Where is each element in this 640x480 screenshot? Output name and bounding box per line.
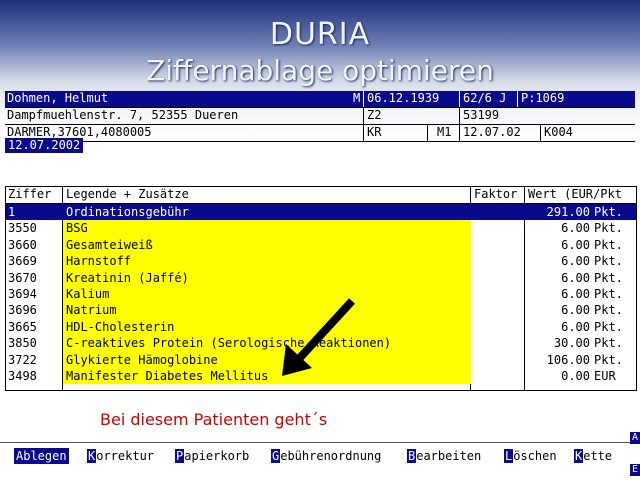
menu-bar: Ablegen Korrektur Papierkorb Gebührenordnun… <box>0 438 640 480</box>
row-code: 3670 <box>8 270 37 285</box>
patient-sex: M <box>353 91 361 105</box>
table-row[interactable]: 3660 Gesamteiweiß 6.00 Pkt. <box>6 237 636 253</box>
header-factor: Faktor <box>474 187 518 201</box>
row-unit: Pkt. <box>594 336 623 351</box>
row-code: 3669 <box>8 254 37 269</box>
row-value: 6.00 <box>561 221 590 236</box>
patient-age: 62/6 J <box>463 91 507 105</box>
patient-zip: 53199 <box>463 108 500 122</box>
row-legend: BSG <box>66 221 88 236</box>
row-code: 3665 <box>8 319 37 334</box>
menu-item[interactable]: Korrektur <box>87 448 154 464</box>
menu-item[interactable]: Papierkorb <box>175 448 249 464</box>
menu-label: blegen <box>23 449 67 463</box>
patient-address: Dampfmuehlenstr. 7, 52355 Dueren <box>7 108 239 122</box>
row-unit: Pkt. <box>594 270 623 285</box>
row-value: 6.00 <box>561 303 590 318</box>
row-value: 6.00 <box>561 237 590 252</box>
side-marker-bottom: E <box>630 464 640 476</box>
menu-label: orrektur <box>96 449 155 463</box>
row-legend: Natrium <box>66 303 117 318</box>
menu-item[interactable]: Ablegen <box>14 448 69 464</box>
table-row[interactable]: 3670 Kreatinin (Jaffé) 6.00 Pkt. <box>6 270 636 286</box>
patient-row-3: DARMER,37601,4080005 KR M1 12.07.02 K004 <box>5 125 635 142</box>
row-unit: Pkt. <box>594 319 623 334</box>
card-code: K004 <box>544 125 573 139</box>
menu-hotkey: K <box>87 449 97 463</box>
row-code: 3850 <box>8 336 37 351</box>
header-code: Ziffer <box>8 187 52 201</box>
row-unit: EUR <box>594 369 616 383</box>
row-unit: Pkt. <box>594 287 623 301</box>
table-row[interactable]: 3669 Harnstoff 6.00 Pkt. <box>6 253 636 269</box>
side-marker-top: A <box>630 432 640 444</box>
row-code: 3694 <box>8 287 37 301</box>
row-unit: Pkt. <box>594 303 623 318</box>
row-code: 3722 <box>8 352 37 367</box>
patient-header: Dohmen, Helmut M 06.12.1939 62/6 J P:106… <box>5 91 635 142</box>
patient-name[interactable]: Dohmen, Helmut <box>5 91 108 106</box>
menu-label: apierkorb <box>184 449 250 463</box>
patient-birthdate: 06.12.1939 <box>367 91 440 105</box>
current-date-field[interactable]: 12.07.2002 <box>5 138 84 153</box>
row-value: 30.00 <box>553 336 590 351</box>
row-value: 106.00 <box>546 352 590 367</box>
row-value: 6.00 <box>561 254 590 269</box>
card-date: 12.07.02 <box>463 125 521 139</box>
menu-label: ebührenordnung <box>280 449 382 463</box>
table-row[interactable]: 3550 BSG 6.00 Pkt. <box>6 220 636 236</box>
row-value: 0.00 <box>561 369 590 383</box>
menu-hotkey: L <box>504 449 514 463</box>
row-code: 3660 <box>8 237 37 252</box>
menu-item[interactable]: Bearbeiten <box>407 448 481 464</box>
patient-row-1: Dohmen, Helmut M 06.12.1939 62/6 J P:106… <box>5 91 635 108</box>
menu-item[interactable]: Kette <box>574 448 612 464</box>
slide-title: DURIA <box>269 17 371 52</box>
menu-item[interactable]: Gebührenordnung <box>271 448 381 464</box>
insurance-type: KR <box>367 125 382 139</box>
menu-hotkey: P <box>175 449 185 463</box>
slide-subtitle: Ziffernablage optimieren <box>146 54 494 87</box>
menu-hotkey: G <box>271 449 281 463</box>
patient-number: P:1069 <box>521 91 565 105</box>
row-legend: Gesamteiweiß <box>66 237 153 252</box>
menu-label: ette <box>583 449 613 463</box>
menu-hotkey: B <box>407 449 417 463</box>
row-value: 6.00 <box>561 270 590 285</box>
table-row[interactable]: 1 Ordinationsgebühr 291.00 Pkt. <box>6 204 636 220</box>
row-code: 3696 <box>8 303 37 318</box>
insurance-status: M1 <box>437 125 452 139</box>
row-code: 1 <box>8 205 16 219</box>
row-legend: Harnstoff <box>66 254 132 269</box>
row-legend: Kreatinin (Jaffé) <box>66 270 189 285</box>
row-legend: Ordinationsgebühr <box>66 205 189 219</box>
row-code: 3550 <box>8 221 37 236</box>
row-legend: Manifester Diabetes Mellitus <box>66 369 269 383</box>
row-value: 6.00 <box>561 287 590 301</box>
patient-row-2: Dampfmuehlenstr. 7, 52355 Dueren Z2 5319… <box>5 108 635 125</box>
table-header: Ziffer Legende + Zusätze Faktor Wert (EU… <box>6 187 636 204</box>
row-unit: Pkt. <box>594 254 623 269</box>
header-legend: Legende + Zusätze <box>66 187 189 201</box>
row-value: 6.00 <box>561 319 590 334</box>
row-legend: Kalium <box>66 287 110 301</box>
patient-zone: Z2 <box>367 108 382 122</box>
row-value: 291.00 <box>546 205 590 219</box>
menu-label: öschen <box>513 449 557 463</box>
row-unit: Pkt. <box>594 352 623 367</box>
arrow-annotation <box>282 298 355 376</box>
menu-item[interactable]: Löschen <box>504 448 557 464</box>
menu-label: earbeiten <box>416 449 482 463</box>
menu-hotkey: K <box>574 449 584 463</box>
row-code: 3498 <box>8 369 37 383</box>
patient-message: Bei diesem Patienten geht´s <box>100 410 328 429</box>
row-unit: Pkt. <box>594 221 623 236</box>
header-value: Wert (EUR/Pkt <box>528 187 622 201</box>
row-legend: HDL-Cholesterin <box>66 319 175 334</box>
row-legend: Glykierte Hämoglobine <box>66 352 218 367</box>
row-unit: Pkt. <box>594 237 623 252</box>
row-unit: Pkt. <box>594 205 623 219</box>
